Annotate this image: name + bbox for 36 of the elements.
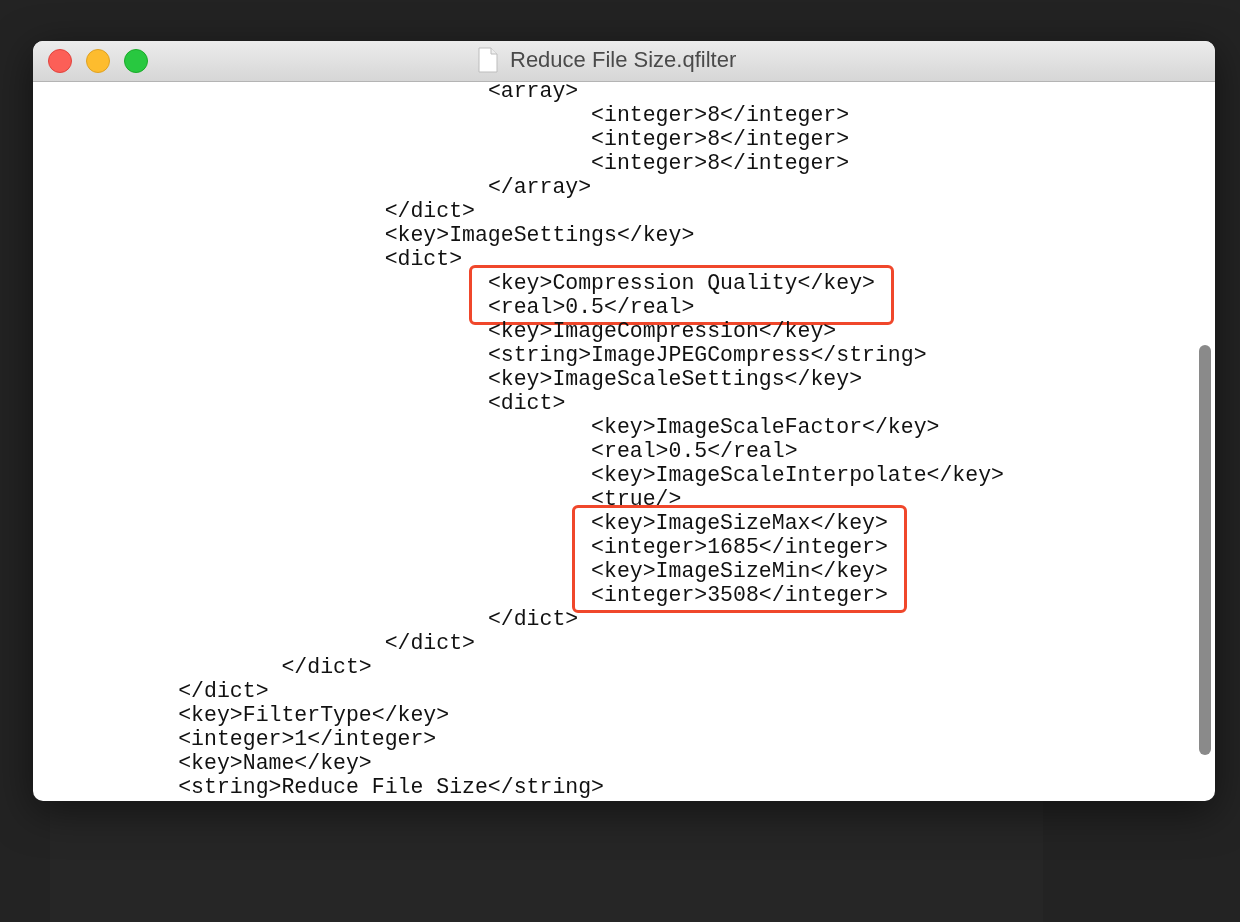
code-line: <integer>8</integer>: [591, 151, 850, 175]
code-line: <real>0.5</real>: [591, 439, 798, 463]
code-line: </array>: [487, 175, 592, 199]
code-line: <key>Name</key>: [178, 751, 372, 775]
code-line: </dict>: [487, 607, 579, 631]
code-line: <key>ImageScaleFactor</key>: [591, 415, 940, 439]
zoom-button[interactable]: [124, 49, 148, 73]
window-title: Reduce File Size.qfilter: [510, 47, 737, 73]
code-line: <true/>: [591, 487, 682, 511]
code-line: <array>: [487, 79, 579, 103]
code-line: <key>ImageScaleSettings</key>: [487, 367, 863, 391]
code-line: <key>ImageCompression</key>: [487, 319, 837, 343]
close-button[interactable]: [48, 49, 72, 73]
scrollbar-thumb[interactable]: [1199, 345, 1211, 755]
code-line: <key>ImageScaleInterpolate</key>: [591, 463, 1004, 487]
code-line: <string>Reduce File Size</string>: [178, 775, 604, 799]
code-line: <integer>1</integer>: [178, 727, 437, 751]
code-line: <dict>: [487, 391, 566, 415]
code-line: </dict>: [384, 631, 475, 655]
code-line: <key>Compression Quality</key>: [487, 271, 875, 295]
code-line: <key>ImageSettings</key>: [384, 223, 695, 247]
document-icon: [478, 47, 498, 73]
code-line: <integer>8</integer>: [591, 103, 850, 127]
code-line: </dict>: [384, 199, 475, 223]
code-line: <string>ImageJPEGCompress</string>: [487, 343, 927, 367]
minimize-button[interactable]: [86, 49, 110, 73]
code-line: <integer>8</integer>: [591, 127, 850, 151]
code-line: <integer>3508</integer>: [591, 583, 888, 607]
code-line: <integer>1685</integer>: [591, 535, 888, 559]
code-line: </dict>: [178, 679, 269, 703]
code-line: <key>FilterType</key>: [178, 703, 450, 727]
code-line: <dict>: [384, 247, 463, 271]
code-line: </dict>: [281, 655, 372, 679]
code-line: <key>ImageSizeMax</key>: [591, 511, 888, 535]
code-line: <real>0.5</real>: [487, 295, 695, 319]
code-line: <key>ImageSizeMin</key>: [591, 559, 888, 583]
